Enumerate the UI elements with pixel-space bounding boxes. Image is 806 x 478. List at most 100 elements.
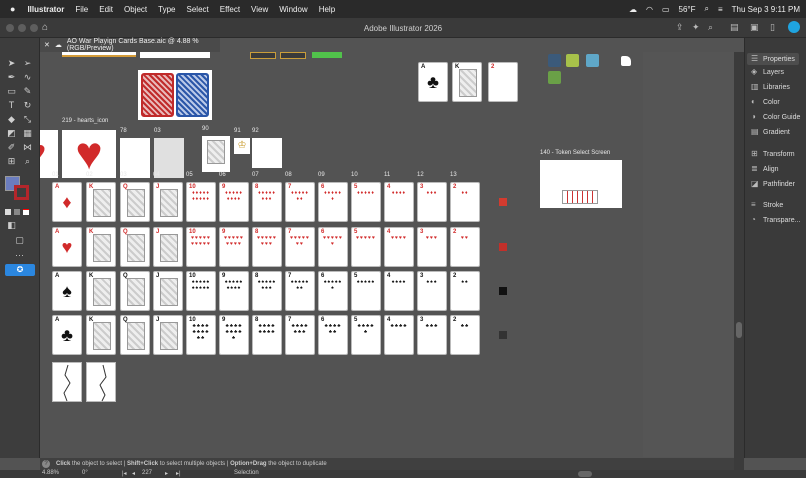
playing-card[interactable]: J: [153, 315, 183, 355]
artboard-canvas[interactable]: ♥ 219 - hearts_icon ♥ 78 03 90 91 ♔ 92 A…: [40, 52, 643, 457]
playing-card[interactable]: 4 ♠♠♠♠: [384, 271, 414, 311]
menu-file[interactable]: File: [75, 5, 88, 14]
cracked-card-artboard[interactable]: [52, 362, 82, 402]
artboard-number-field[interactable]: 227: [142, 470, 152, 476]
shield-badge-icon[interactable]: [548, 71, 561, 84]
playing-card[interactable]: 2 ♦♦: [450, 182, 480, 222]
weather-readout[interactable]: 56°F: [679, 5, 696, 14]
cracked-card-artboard[interactable]: [86, 362, 116, 402]
playing-card[interactable]: 6 ♦♦♦♦♦♦: [318, 182, 348, 222]
artboard-tool-icon[interactable]: ⊞: [6, 156, 17, 167]
playing-card[interactable]: 10 ♠♠♠♠♠♠♠♠♠♠: [186, 271, 216, 311]
playing-card[interactable]: 6 ♠♠♠♠♠♠: [318, 271, 348, 311]
curvature-tool-icon[interactable]: ∿: [22, 72, 33, 83]
panel-libraries[interactable]: ▥ Libraries: [751, 83, 790, 91]
globe-icon[interactable]: [586, 54, 599, 67]
playing-card[interactable]: A ♣: [52, 315, 82, 355]
playing-card[interactable]: 3 ♥♥♥: [417, 227, 447, 267]
rotate-tool-icon[interactable]: ↻: [22, 100, 33, 111]
clock[interactable]: Thu Sep 3 9:11 PM: [732, 5, 800, 14]
prev-artboard-icon[interactable]: ◂: [132, 470, 135, 477]
menu-select[interactable]: Select: [187, 5, 209, 14]
playing-card[interactable]: K: [86, 182, 116, 222]
partial-artboard[interactable]: [140, 52, 210, 58]
playing-card[interactable]: Q: [120, 227, 150, 267]
playing-card[interactable]: 5 ♥♥♥♥♥: [351, 227, 381, 267]
playing-card[interactable]: J: [153, 271, 183, 311]
draw-mode-icon[interactable]: ◧: [6, 220, 17, 231]
playing-card[interactable]: J: [153, 227, 183, 267]
vertical-scrollbar[interactable]: [734, 52, 744, 470]
next-artboard-icon[interactable]: ▸: [165, 470, 168, 477]
partial-artboard[interactable]: [312, 52, 342, 58]
shape-builder-tool-icon[interactable]: ◩: [6, 128, 17, 139]
rectangle-tool-icon[interactable]: ▭: [6, 86, 17, 97]
blank-artboard[interactable]: [252, 138, 282, 168]
help-icon[interactable]: ?: [42, 460, 50, 468]
bomb-icon[interactable]: [548, 54, 561, 67]
playing-card[interactable]: 8 ♦♦♦♦♦♦♦♦: [252, 182, 282, 222]
none-mode-icon[interactable]: [23, 209, 29, 215]
search-icon[interactable]: ⌕: [705, 4, 709, 14]
menu-window[interactable]: Window: [279, 5, 307, 14]
playing-card[interactable]: 7 ♠♠♠♠♠♠♠: [285, 271, 315, 311]
playing-card[interactable]: K: [86, 227, 116, 267]
playing-card[interactable]: 3 ♦♦♦: [417, 182, 447, 222]
close-tab-icon[interactable]: ✕: [44, 41, 50, 49]
menu-app[interactable]: Illustrator: [27, 5, 64, 14]
battery-icon[interactable]: ▭: [662, 5, 670, 14]
document-tab[interactable]: ✕ ☁ AO War Playign Cards Base.aic @ 4.88…: [40, 38, 220, 52]
menu-object[interactable]: Object: [124, 5, 147, 14]
playing-card[interactable]: 3 ♣♣♣: [417, 315, 447, 355]
eyedropper-tool-icon[interactable]: ✐: [6, 142, 17, 153]
more-tools-icon[interactable]: ···: [14, 250, 25, 261]
panel-toggle-icon[interactable]: ▯: [770, 22, 775, 33]
panel-layers[interactable]: ◈ Layers: [751, 68, 784, 76]
playing-card[interactable]: 7 ♣♣♣♣♣♣♣: [285, 315, 315, 355]
playing-card[interactable]: 10 ♦♦♦♦♦♦♦♦♦♦: [186, 182, 216, 222]
avatar[interactable]: [788, 21, 800, 33]
screen-mode-icon[interactable]: ▢: [14, 235, 25, 246]
playing-card[interactable]: 2 ♠♠: [450, 271, 480, 311]
playing-card[interactable]: 8 ♣♣♣♣♣♣♣♣: [252, 315, 282, 355]
playing-card[interactable]: 9 ♣♣♣♣♣♣♣♣♣: [219, 315, 249, 355]
playing-card[interactable]: 8 ♥♥♥♥♥♥♥♥: [252, 227, 282, 267]
partial-artboard[interactable]: [250, 52, 276, 59]
color-mode-icon[interactable]: [5, 209, 11, 215]
hearts-icon-artboard[interactable]: ♥: [62, 130, 116, 178]
playing-card[interactable]: 5 ♠♠♠♠♠: [351, 271, 381, 311]
playing-card[interactable]: 9 ♠♠♠♠♠♠♠♠♠: [219, 271, 249, 311]
blend-tool-icon[interactable]: ⋈: [22, 142, 33, 153]
top-card[interactable]: K: [452, 62, 482, 102]
share-icon[interactable]: ⇪: [676, 22, 684, 33]
playing-card[interactable]: 9 ♦♦♦♦♦♦♦♦♦: [219, 182, 249, 222]
jack-artboard[interactable]: [202, 136, 230, 172]
playing-card[interactable]: 5 ♦♦♦♦♦: [351, 182, 381, 222]
playing-card[interactable]: 6 ♣♣♣♣♣♣: [318, 315, 348, 355]
playing-card[interactable]: 4 ♣♣♣♣: [384, 315, 414, 355]
discover-icon[interactable]: ✦: [692, 22, 700, 33]
playing-card[interactable]: 9 ♥♥♥♥♥♥♥♥♥: [219, 227, 249, 267]
panel-pathfinder[interactable]: ◪ Pathfinder: [751, 180, 795, 188]
panel-gradient[interactable]: ▤ Gradient: [751, 128, 790, 136]
creative-cloud-icon[interactable]: ☁: [629, 5, 637, 14]
workspace-icon[interactable]: ▤: [730, 22, 739, 33]
panel-color-guide[interactable]: ◑ Color Guide: [751, 113, 800, 121]
rotate-field[interactable]: 0°: [82, 470, 88, 476]
horizontal-scroll-thumb[interactable]: [578, 471, 592, 477]
top-card[interactable]: 2: [488, 62, 518, 102]
color-swatch[interactable]: [499, 331, 507, 339]
menu-view[interactable]: View: [251, 5, 268, 14]
partial-artboard[interactable]: [62, 52, 136, 57]
playing-card[interactable]: 3 ♠♠♠: [417, 271, 447, 311]
first-artboard-icon[interactable]: |◂: [122, 470, 127, 477]
gradient-mode-icon[interactable]: [14, 209, 20, 215]
crown-icon[interactable]: ♔: [234, 138, 250, 154]
menu-effect[interactable]: Effect: [220, 5, 240, 14]
last-artboard-icon[interactable]: ▸|: [176, 470, 181, 477]
panel-properties[interactable]: ☰ Properties: [747, 53, 799, 65]
card-corner-icon[interactable]: [621, 56, 631, 66]
playing-card[interactable]: Q: [120, 182, 150, 222]
playing-card[interactable]: K: [86, 271, 116, 311]
playing-card[interactable]: 6 ♥♥♥♥♥♥: [318, 227, 348, 267]
